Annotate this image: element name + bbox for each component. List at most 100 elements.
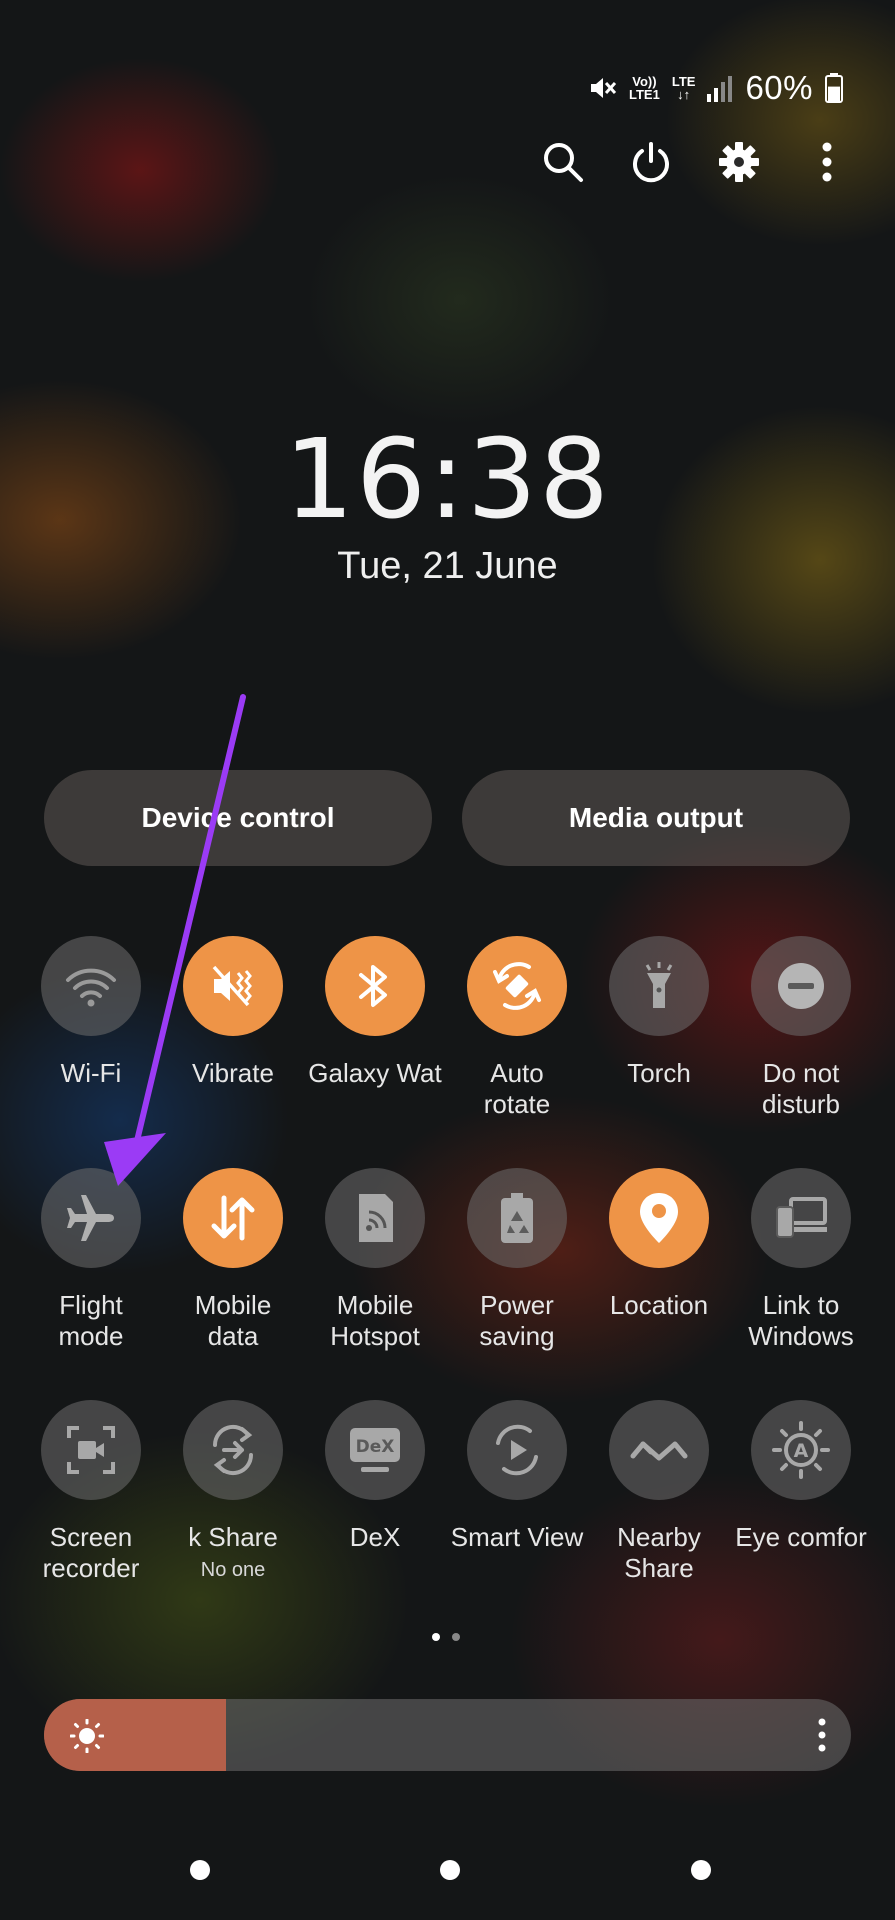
tile-mobile-data-circle[interactable] xyxy=(183,1168,283,1268)
tile-quick-share-sublabel: No one xyxy=(200,1559,266,1581)
tile-mobile-hotspot[interactable]: Mobile Hotspot xyxy=(304,1168,446,1352)
tile-nearby-share-label-1: Nearby xyxy=(617,1522,701,1552)
brightness-sun-icon xyxy=(70,1719,104,1753)
auto-rotate-icon xyxy=(493,962,541,1010)
clock-date[interactable]: Tue, 21 June xyxy=(0,545,895,588)
tile-power-saving-label: Power saving xyxy=(446,1290,588,1352)
bluetooth-icon xyxy=(359,965,387,1007)
smart-view-icon xyxy=(496,1424,538,1476)
tile-power-saving-label-1: Power xyxy=(480,1290,554,1320)
battery-saver-icon xyxy=(501,1193,533,1243)
tile-quick-share-label: k Share xyxy=(188,1522,278,1552)
tile-screen-recorder-label-2: recorder xyxy=(42,1553,140,1583)
tile-auto-rotate[interactable]: Auto rotate xyxy=(446,936,588,1120)
tile-smart-view-label: Smart View xyxy=(450,1522,584,1552)
tile-galaxy-watch-label: Galaxy Wat xyxy=(308,1058,442,1088)
tile-galaxy-watch-circle[interactable] xyxy=(325,936,425,1036)
volte-indicator: Vo)) LTE1 xyxy=(629,75,660,101)
page-dot-1 xyxy=(432,1633,440,1641)
tile-dnd-circle[interactable] xyxy=(751,936,851,1036)
tile-auto-rotate-circle[interactable] xyxy=(467,936,567,1036)
tile-eye-comfort-label: Eye comfor xyxy=(735,1522,867,1552)
tile-auto-rotate-label: Auto rotate xyxy=(446,1058,588,1120)
tile-smart-view-circle[interactable] xyxy=(467,1400,567,1500)
media-output-label: Media output xyxy=(568,802,744,833)
tile-nearby-share[interactable]: Nearby Share xyxy=(588,1400,730,1584)
tile-dnd[interactable]: Do not disturb xyxy=(730,936,872,1120)
tile-flight-mode[interactable]: Flight mode xyxy=(20,1168,162,1352)
tile-nearby-share-label: Nearby Share xyxy=(588,1522,730,1584)
brightness-more-icon[interactable] xyxy=(817,1717,827,1753)
tile-vibrate[interactable]: Vibrate xyxy=(162,936,304,1089)
tile-mobile-data[interactable]: Mobile data xyxy=(162,1168,304,1352)
tile-dnd-label-2: disturb xyxy=(761,1089,841,1119)
tile-mobile-hotspot-label: Mobile Hotspot xyxy=(304,1290,446,1352)
tile-dex[interactable]: DeX DeX xyxy=(304,1400,446,1553)
lte-indicator: LTE ↓↑ xyxy=(672,75,696,101)
tile-link-to-windows-label-1: Link to xyxy=(762,1290,840,1320)
clock-time[interactable]: 16:38 xyxy=(0,415,895,543)
tile-vibrate-label: Vibrate xyxy=(192,1058,274,1088)
settings-button[interactable] xyxy=(717,140,761,184)
tile-screen-recorder-label-1: Screen xyxy=(49,1522,133,1552)
airplane-icon xyxy=(67,1195,114,1241)
tile-torch-circle[interactable] xyxy=(609,936,709,1036)
tile-quick-share-circle[interactable] xyxy=(183,1400,283,1500)
device-control-button[interactable]: Device control xyxy=(44,770,432,866)
tile-smart-view[interactable]: Smart View xyxy=(446,1400,588,1553)
vibrate-mute-icon xyxy=(212,965,252,1007)
device-control-label: Device control xyxy=(141,802,335,833)
nearby-share-icon xyxy=(630,1441,688,1461)
tile-eye-comfort[interactable]: A Eye comfor xyxy=(730,1400,872,1553)
tile-mobile-data-label: Mobile data xyxy=(162,1290,304,1352)
tile-link-to-windows[interactable]: Link to Windows xyxy=(730,1168,872,1352)
tile-screen-recorder[interactable]: Screen recorder xyxy=(20,1400,162,1584)
brightness-slider[interactable] xyxy=(44,1699,851,1771)
tile-torch-label: Torch xyxy=(627,1058,691,1088)
power-button[interactable] xyxy=(629,140,673,184)
tile-wifi-circle[interactable] xyxy=(41,936,141,1036)
search-icon xyxy=(544,143,583,182)
tile-vibrate-circle[interactable] xyxy=(183,936,283,1036)
tile-wifi[interactable]: Wi-Fi xyxy=(20,936,162,1089)
nav-home-button[interactable] xyxy=(440,1860,460,1880)
tile-flight-mode-circle[interactable] xyxy=(41,1168,141,1268)
status-bar: Vo)) LTE1 LTE ↓↑ 60% xyxy=(587,64,843,112)
tile-screen-recorder-circle[interactable] xyxy=(41,1400,141,1500)
media-output-button[interactable]: Media output xyxy=(462,770,850,866)
tile-dex-circle[interactable]: DeX xyxy=(325,1400,425,1500)
search-button[interactable] xyxy=(541,140,585,184)
quick-share-icon xyxy=(212,1424,254,1476)
tile-power-saving-circle[interactable] xyxy=(467,1168,567,1268)
more-options-button[interactable] xyxy=(805,140,849,184)
quick-panel-toolbar xyxy=(541,140,849,184)
tile-link-to-windows-circle[interactable] xyxy=(751,1168,851,1268)
tile-nearby-share-circle[interactable] xyxy=(609,1400,709,1500)
signal-icon xyxy=(707,76,733,102)
tile-location[interactable]: Location xyxy=(588,1168,730,1321)
nav-recents-button[interactable] xyxy=(190,1860,210,1880)
data-arrows-icon: ↓↑ xyxy=(677,87,691,102)
tile-screen-recorder-label: Screen recorder xyxy=(20,1522,162,1584)
eye-comfort-icon-text: A xyxy=(794,1440,809,1462)
tile-mobile-data-label-1: Mobile xyxy=(194,1290,272,1320)
tile-nearby-share-label-2: Share xyxy=(624,1553,694,1583)
mute-icon xyxy=(591,78,617,98)
tile-quick-share[interactable]: k Share No one xyxy=(162,1400,304,1582)
tile-galaxy-watch[interactable]: Galaxy Wat xyxy=(304,936,446,1089)
tile-dex-label: DeX xyxy=(349,1522,401,1552)
page-indicator xyxy=(432,1633,460,1641)
tile-eye-comfort-circle[interactable]: A xyxy=(751,1400,851,1500)
tile-torch[interactable]: Torch xyxy=(588,936,730,1089)
tile-location-label: Location xyxy=(609,1290,709,1320)
tile-power-saving[interactable]: Power saving xyxy=(446,1168,588,1352)
tile-power-saving-label-2: saving xyxy=(479,1321,555,1351)
wifi-icon xyxy=(66,968,116,1007)
tile-auto-rotate-label-2: rotate xyxy=(483,1089,551,1119)
tile-mobile-hotspot-circle[interactable] xyxy=(325,1168,425,1268)
mobile-data-arrows-icon xyxy=(211,1195,255,1241)
settings-gear-icon xyxy=(719,142,759,182)
tile-location-circle[interactable] xyxy=(609,1168,709,1268)
nav-back-button[interactable] xyxy=(691,1860,711,1880)
dex-icon-text: DeX xyxy=(356,1437,395,1457)
